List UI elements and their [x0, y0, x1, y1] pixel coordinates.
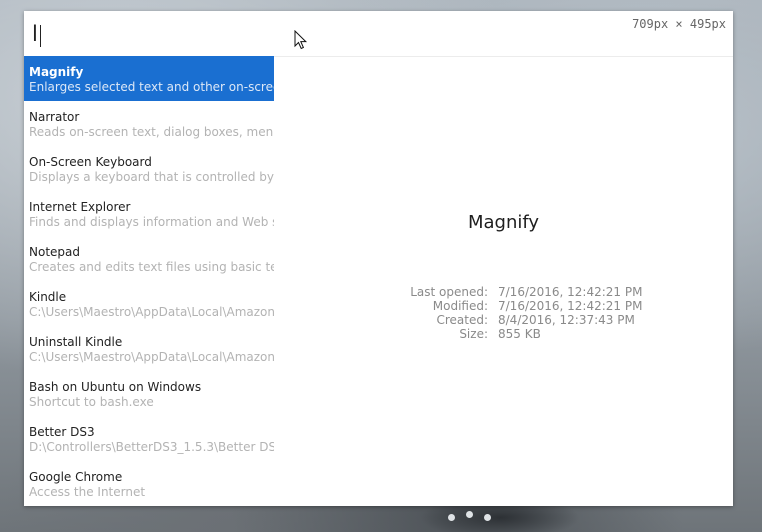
- launcher-window: 709px × 495px MagnifyEnlarges selected t…: [24, 11, 733, 506]
- result-subtitle: Creates and edits text files using basic…: [29, 260, 274, 274]
- meta-label: Created:: [436, 313, 488, 327]
- result-subtitle: D:\Controllers\BetterDS3_1.5.3\Better DS…: [29, 440, 274, 454]
- result-item[interactable]: Bash on Ubuntu on Windows Shortcut to bas…: [24, 371, 274, 416]
- result-item[interactable]: Google Chrome Access the Internet: [24, 461, 274, 506]
- meta-row: Size: 855 KB: [274, 327, 733, 341]
- meta-label: Last opened:: [410, 285, 488, 299]
- result-subtitle: Shortcut to bash.exe: [29, 395, 154, 409]
- meta-value: 855 KB: [498, 327, 541, 341]
- text-caret: [40, 25, 41, 47]
- meta-label: Size:: [459, 327, 488, 341]
- meta-value: 7/16/2016, 12:42:21 PM: [498, 299, 643, 313]
- preview-pane: Magnify Last opened: 7/16/2016, 12:42:21 …: [274, 56, 733, 506]
- result-title: Bash on Ubuntu on Windows: [29, 380, 202, 394]
- wallpaper-bead: [448, 514, 455, 521]
- result-subtitle: Finds and displays information and Web s…: [29, 215, 274, 229]
- result-title: Internet Explorer: [29, 200, 131, 214]
- result-subtitle: C:\Users\Maestro\AppData\Local\Amazon\Ki…: [29, 350, 274, 364]
- result-subtitle: C:\Users\Maestro\AppData\Local\Amazon\Ki…: [29, 305, 274, 319]
- result-title: Kindle: [29, 290, 67, 304]
- meta-value: 8/4/2016, 12:37:43 PM: [498, 313, 635, 327]
- result-item[interactable]: Better DS3 D:\Controllers\BetterDS3_1.5.3…: [24, 416, 274, 461]
- preview-title: Magnify: [467, 212, 540, 233]
- result-title: Notepad: [29, 245, 80, 259]
- meta-value: 7/16/2016, 12:42:21 PM: [498, 285, 643, 299]
- meta-row: Modified: 7/16/2016, 12:42:21 PM: [274, 299, 733, 313]
- result-title: Magnify: [29, 65, 84, 79]
- results-list: Magnify Enlarges selected text and other …: [24, 56, 274, 506]
- result-title: On-Screen Keyboard: [29, 155, 152, 169]
- result-subtitle: Enlarges selected text and other on-scre…: [29, 80, 274, 94]
- result-subtitle: Displays a keyboard that is controlled b…: [29, 170, 274, 184]
- meta-label: Modified:: [432, 299, 488, 313]
- mouse-cursor-icon: [294, 30, 308, 50]
- wallpaper-bead: [466, 511, 473, 518]
- meta-row: Last opened: 7/16/2016, 12:42:21 PM: [274, 285, 733, 299]
- result-title: Better DS3: [29, 425, 95, 439]
- wallpaper-bead: [484, 514, 491, 521]
- result-item[interactable]: Notepad Creates and edits text files usin…: [24, 236, 274, 281]
- result-item[interactable]: Uninstall Kindle C:\Users\Maestro\AppData…: [24, 326, 274, 371]
- result-item[interactable]: Magnify Enlarges selected text and other …: [24, 56, 274, 101]
- result-title: Uninstall Kindle: [29, 335, 123, 349]
- meta-row: Created: 8/4/2016, 12:37:43 PM: [274, 313, 733, 327]
- result-item[interactable]: Narrator Reads on-screen text, dialog box…: [24, 101, 274, 146]
- result-item[interactable]: Internet Explorer Finds and displays info…: [24, 191, 274, 236]
- result-subtitle: Reads on-screen text, dialog boxes, menu…: [29, 125, 274, 139]
- result-title: Google Chrome: [29, 470, 123, 484]
- result-item[interactable]: On-Screen Keyboard Displays a keyboard th…: [24, 146, 274, 191]
- search-input[interactable]: [32, 19, 592, 49]
- preview-metadata: Last opened: 7/16/2016, 12:42:21 PM Modifi…: [274, 285, 733, 341]
- search-bar: 709px × 495px: [24, 11, 733, 57]
- result-item[interactable]: Kindle C:\Users\Maestro\AppData\Local\Ama…: [24, 281, 274, 326]
- dimensions-readout: 709px × 495px: [632, 17, 726, 31]
- result-subtitle: Access the Internet: [29, 485, 146, 499]
- result-title: Narrator: [29, 110, 80, 124]
